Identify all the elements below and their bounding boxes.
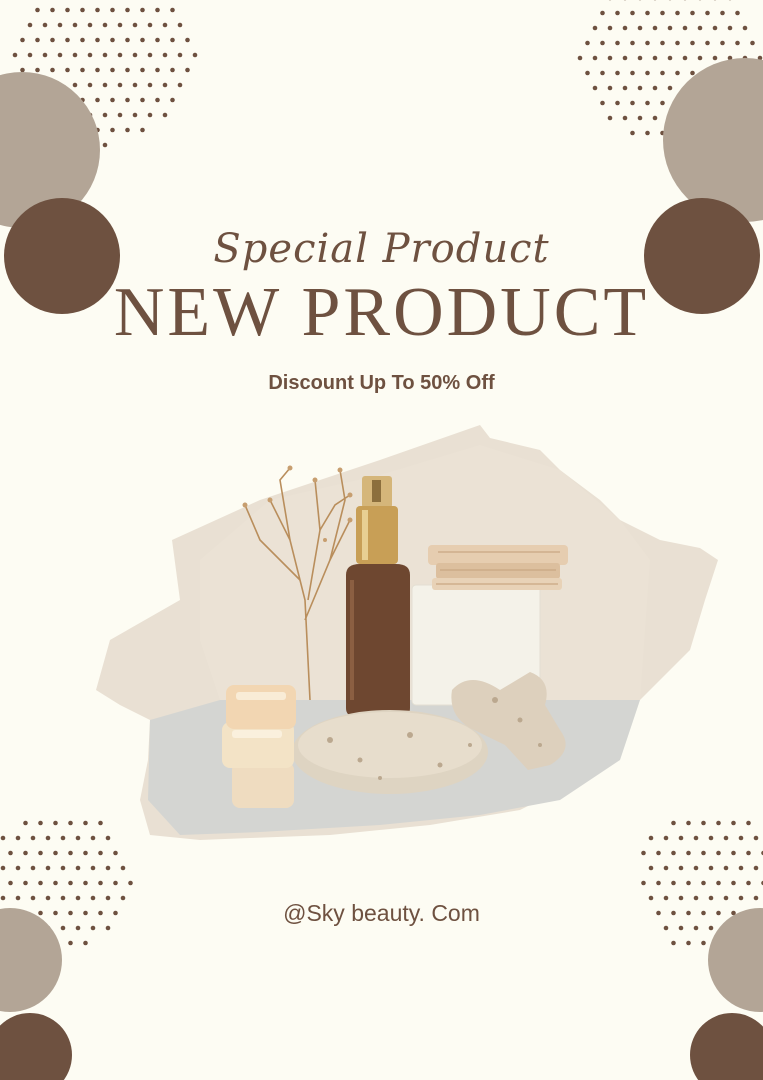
main-title: NEW PRODUCT [113,274,650,351]
glass-cubes-icon [222,685,296,808]
script-title: Special Product [213,226,550,272]
brand-handle: @Sky beauty. Com [283,900,480,926]
discount-subtitle: Discount Up To 50% Off [268,372,495,394]
poster: Special Product NEW PRODUCT Discount Up … [0,0,763,1080]
